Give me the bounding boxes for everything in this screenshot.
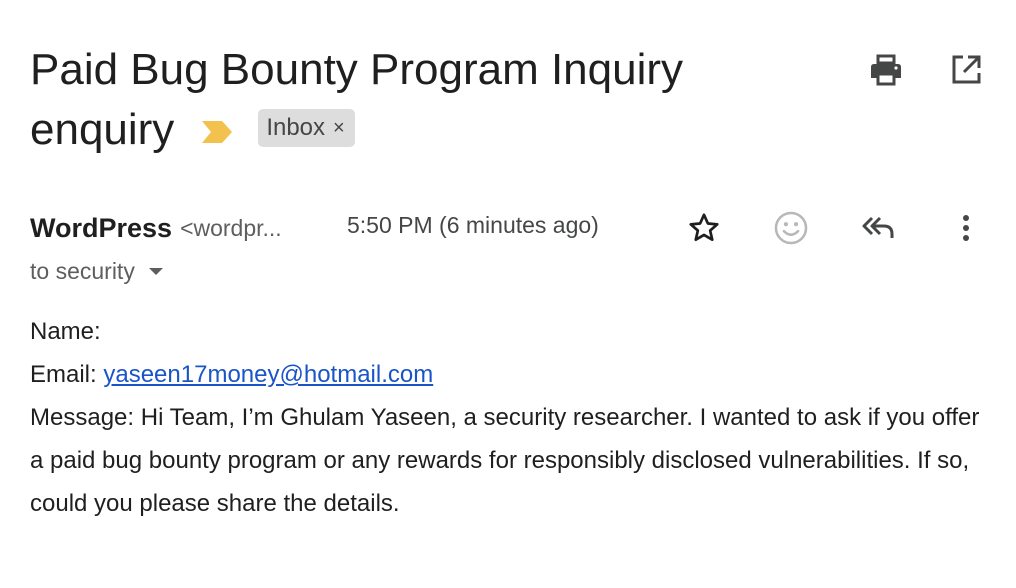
remove-label-icon[interactable]: × bbox=[333, 98, 345, 158]
subject-line-2: enquiry Inbox × bbox=[30, 100, 830, 160]
print-icon[interactable] bbox=[868, 52, 904, 88]
body-name-line: Name: bbox=[30, 310, 990, 353]
email-subject: Paid Bug Bounty Program Inquiry enquiry I… bbox=[30, 40, 830, 160]
more-vert-icon[interactable] bbox=[946, 208, 986, 248]
email-view: Paid Bug Bounty Program Inquiry enquiry I… bbox=[0, 0, 1016, 588]
recipient-details-toggle[interactable]: to security bbox=[30, 258, 163, 285]
sender-row: WordPress <wordpr... bbox=[30, 208, 282, 248]
name-label: Name: bbox=[30, 318, 101, 345]
email-label: Email: bbox=[30, 361, 97, 388]
email-link[interactable]: yaseen17money@hotmail.com bbox=[103, 361, 433, 388]
inbox-label-text: Inbox bbox=[266, 114, 326, 142]
subject-line-2-text: enquiry bbox=[30, 105, 175, 154]
message-timestamp: 5:50 PM (6 minutes ago) bbox=[347, 212, 599, 238]
body-message-line: Message: Hi Team, I’m Ghulam Yaseen, a s… bbox=[30, 396, 990, 525]
emoji-icon[interactable] bbox=[771, 208, 811, 248]
message-label: Message: bbox=[30, 404, 135, 431]
sender-name[interactable]: WordPress bbox=[30, 213, 172, 244]
importance-marker-icon[interactable] bbox=[202, 99, 233, 159]
recipient-text: to security bbox=[30, 258, 135, 284]
inbox-label-chip: Inbox × bbox=[258, 109, 355, 148]
open-in-new-window-icon[interactable] bbox=[948, 52, 984, 88]
email-body: Name: Email: yaseen17money@hotmail.com M… bbox=[30, 310, 990, 525]
message-text: Hi Team, I’m Ghulam Yaseen, a security r… bbox=[30, 404, 980, 517]
star-icon[interactable] bbox=[684, 208, 724, 248]
body-email-line: Email: yaseen17money@hotmail.com bbox=[30, 353, 990, 396]
reply-all-icon[interactable] bbox=[858, 208, 898, 248]
subject-line-1: Paid Bug Bounty Program Inquiry bbox=[30, 45, 684, 94]
chevron-down-icon[interactable] bbox=[148, 268, 163, 275]
sender-email[interactable]: <wordpr... bbox=[180, 215, 282, 242]
